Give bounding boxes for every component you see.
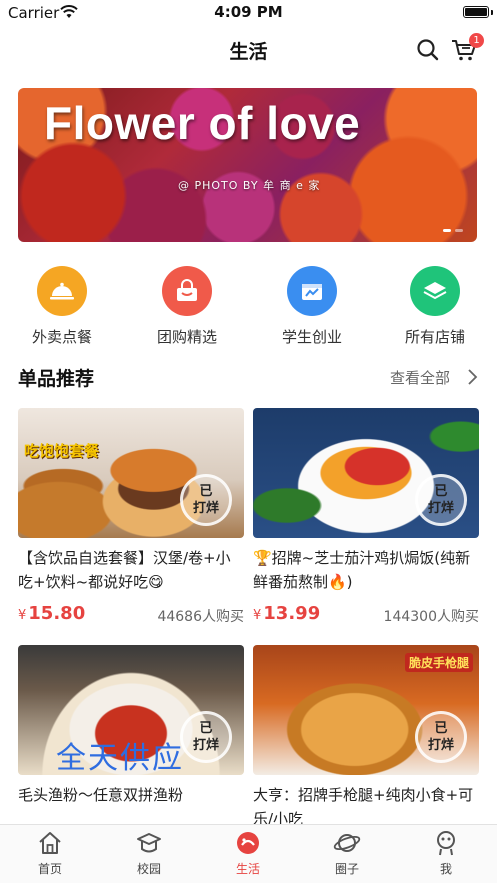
product-name: 🏆招牌~芝士茄汁鸡扒焗饭(纯新鲜番茄熬制🔥) [253,549,471,591]
badge-line: 已 [199,721,213,736]
battery-tip [491,10,493,15]
product-image: 全天供应 已 打烊 [18,645,244,775]
all-stores-layers-icon [410,266,460,316]
closed-badge: 已 打烊 [415,474,467,526]
closed-badge: 已 打烊 [180,474,232,526]
price-value: 13.99 [263,603,321,624]
product-card[interactable]: 脆皮手枪腿 已 打烊 大亨：招牌手枪腿+纯肉小食+可乐/小吃 [253,645,479,831]
image-caption: 脆皮手枪腿 [404,653,473,672]
tab-life[interactable]: 生活 [218,829,278,877]
shopping-basket-icon [162,266,212,316]
category-student-startup[interactable]: 学生创业 [262,266,362,347]
tab-circle[interactable]: 圈子 [317,829,377,877]
cart-badge: 1 [469,33,484,48]
currency-symbol: ¥ [253,608,262,623]
image-caption: 吃饱饱套餐 [24,442,100,460]
badge-line: 打烊 [192,738,219,753]
badge-line: 打烊 [427,738,454,753]
sold-count: 44686人购买 [157,609,244,625]
tab-label: 我 [439,862,452,876]
product-image: 吃饱饱套餐 已 打烊 [18,408,244,538]
category-row: 外卖点餐 团购精选 学生创业 所有店铺 [0,266,497,350]
banner-title: Flower of love [44,97,361,149]
view-all-link[interactable]: 查看全部 [390,367,450,388]
product-card[interactable]: 吃饱饱套餐 已 打烊 【含饮品自选套餐】汉堡/卷+小吃+饮料~都说好吃😋 ¥15… [18,408,244,625]
closed-badge: 已 打烊 [415,711,467,763]
sold-count: 144300人购买 [383,609,479,625]
campus-cap-icon [137,833,161,853]
tab-home[interactable]: 首页 [20,829,80,877]
search-icon[interactable] [416,38,440,62]
nav-bar: 生活 [0,26,497,76]
banner-credit: @ PHOTO BY 牟 商 e 家 [178,179,321,192]
category-label: 团购精选 [156,328,217,346]
life-icon [237,832,259,854]
badge-line: 打烊 [427,501,454,516]
product-image: 已 打烊 [253,408,479,538]
tab-me[interactable]: 我 [416,829,476,877]
badge-line: 已 [199,484,213,499]
image-caption: 全天供应 [56,741,184,775]
takeout-dome-icon [37,266,87,316]
product-name: 【含饮品自选套餐】汉堡/卷+小吃+饮料~都说好吃😋 [18,549,231,591]
category-label: 所有店铺 [404,328,465,346]
promo-banner[interactable]: Flower of love @ PHOTO BY 牟 商 e 家 [18,88,477,242]
closed-badge: 已 打烊 [180,711,232,763]
badge-line: 已 [434,721,448,736]
tab-label: 首页 [37,862,62,876]
category-takeout[interactable]: 外卖点餐 [12,266,112,347]
badge-line: 打烊 [192,501,219,516]
status-bar: Carrier 4:09 PM [0,0,497,26]
category-label: 学生创业 [281,328,342,346]
battery-icon [463,6,489,18]
badge-line: 已 [434,484,448,499]
home-icon [39,832,61,854]
banner-pager [443,229,463,232]
chevron-right-icon[interactable] [466,368,478,386]
price-value: 15.80 [28,603,86,624]
category-group-buy[interactable]: 团购精选 [137,266,237,347]
tab-label: 校园 [136,862,161,876]
product-price: ¥15.80 [18,603,85,624]
clock: 4:09 PM [214,3,283,21]
tab-label: 生活 [235,862,260,876]
tab-bar: 首页 校园 生活 圈子 我 [0,824,497,883]
product-price: ¥13.99 [253,603,320,624]
planet-icon [333,834,361,852]
tab-campus[interactable]: 校园 [119,829,179,877]
category-all-stores[interactable]: 所有店铺 [385,266,485,347]
product-card[interactable]: 全天供应 已 打烊 毛头渔粉～任意双拼渔粉 [18,645,244,807]
product-image: 脆皮手枪腿 已 打烊 [253,645,479,775]
pager-dot [443,229,451,232]
product-name: 毛头渔粉～任意双拼渔粉 [18,786,184,804]
profile-icon [437,831,455,856]
student-startup-icon [287,266,337,316]
product-card[interactable]: 已 打烊 🏆招牌~芝士茄汁鸡扒焗饭(纯新鲜番茄熬制🔥) ¥13.99 14430… [253,408,479,625]
category-label: 外卖点餐 [31,328,92,346]
tab-label: 圈子 [334,862,359,876]
pager-dot [455,229,463,232]
currency-symbol: ¥ [18,608,27,623]
section-title: 单品推荐 [18,368,95,390]
